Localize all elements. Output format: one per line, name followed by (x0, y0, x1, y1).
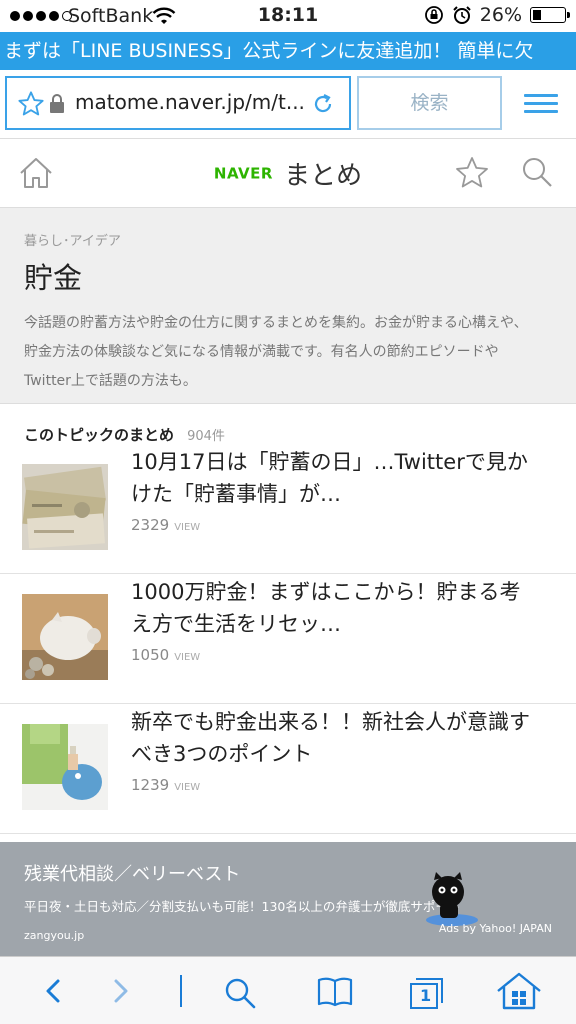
thumbnail-coin-bank[interactable] (22, 724, 108, 810)
tabs-icon[interactable]: 1 (408, 973, 448, 1011)
site-title: まとめ (284, 161, 363, 191)
view-number: 2329 (131, 516, 170, 534)
browser-address-row: matome.naver.jp/m/t... 検索 (0, 70, 576, 138)
title-line: 10月17日は「貯蓄の日」…Twitterで見か (131, 450, 528, 474)
browser-toolbar: 1 (0, 956, 576, 1024)
forward-icon[interactable] (108, 975, 134, 1007)
battery-icon (530, 7, 570, 23)
site-header: NAVER まとめ (0, 138, 576, 208)
item-title[interactable]: 1000万貯金！まずはここから！貯まる考 え方で生活をリセッ… (131, 576, 561, 640)
promo-ticker[interactable]: まずは「LINE BUSINESS」公式ラインに友達追加！ 簡単に欠 (0, 32, 576, 70)
search-button[interactable]: 検索 (357, 76, 502, 130)
orientation-lock-icon (424, 6, 443, 24)
description-line: Twitter上で話題の方法も。 (24, 373, 197, 389)
menu-icon[interactable] (524, 94, 558, 118)
home-button-icon[interactable] (494, 971, 544, 1011)
view-count: 1239 VIEW (131, 776, 200, 794)
search-icon[interactable] (520, 155, 554, 189)
view-suffix: VIEW (174, 522, 201, 533)
list-item[interactable]: 1000万貯金！まずはここから！貯まる考 え方で生活をリセッ… 1050 VIEW (0, 574, 576, 704)
thumbnail-piggy-bank[interactable] (22, 594, 108, 680)
view-suffix: VIEW (174, 652, 201, 663)
view-count: 1050 VIEW (131, 646, 200, 664)
topic-description: 今話題の貯蓄方法や貯金の仕方に関するまとめを集約。お金が貯まる心構えや、 貯金方… (24, 309, 552, 396)
list-item[interactable]: 新卒でも貯金出来る！！新社会人が意識す べき3つのポイント 1239 VIEW (0, 704, 576, 834)
piggy-bank-image (22, 594, 108, 680)
coin-bank-image (22, 724, 108, 810)
toolbar-divider (180, 975, 182, 1007)
description-line: 今話題の貯蓄方法や貯金の仕方に関するまとめを集約。お金が貯まる心構えや、 (24, 315, 528, 331)
ad-provider[interactable]: Ads by Yahoo! JAPAN (439, 922, 552, 935)
url-text: matome.naver.jp/m/t... (75, 90, 305, 114)
mascot-icon (426, 872, 478, 926)
search-icon[interactable] (222, 975, 258, 1011)
alarm-icon (453, 6, 471, 24)
banknotes-image (22, 464, 108, 550)
title-line: 新卒でも貯金出来る！！新社会人が意識す (131, 710, 530, 734)
topic-title: 貯金 (24, 261, 83, 295)
view-number: 1050 (131, 646, 170, 664)
reload-icon[interactable] (311, 92, 335, 116)
view-number: 1239 (131, 776, 170, 794)
topic-section: 暮らし･アイデア 貯金 今話題の貯蓄方法や貯金の仕方に関するまとめを集約。お金が… (0, 208, 576, 404)
title-line: けた「貯蓄事情」が… (131, 482, 341, 506)
item-title[interactable]: 10月17日は「貯蓄の日」…Twitterで見か けた「貯蓄事情」が… (131, 446, 561, 510)
tabs-count: 1 (420, 986, 432, 1005)
title-line: べき3つのポイント (131, 742, 313, 766)
naver-brand: NAVER (213, 164, 273, 183)
item-title[interactable]: 新卒でも貯金出来る！！新社会人が意識す べき3つのポイント (131, 706, 561, 770)
list-item[interactable]: 10月17日は「貯蓄の日」…Twitterで見か けた「貯蓄事情」が… 2329… (0, 444, 576, 574)
favorite-icon[interactable] (454, 155, 490, 191)
back-icon[interactable] (40, 975, 66, 1007)
topic-category[interactable]: 暮らし･アイデア (24, 230, 552, 249)
view-suffix: VIEW (174, 782, 201, 793)
url-field[interactable]: matome.naver.jp/m/t... (5, 76, 351, 130)
lock-icon (50, 94, 64, 113)
bookmarks-icon[interactable] (316, 975, 354, 1009)
title-line: え方で生活をリセッ… (131, 612, 341, 636)
title-line: 1000万貯金！まずはここから！貯まる考 (131, 580, 521, 604)
description-line: 貯金方法の体験談など気になる情報が満載です。有名人の節約エピソードや (24, 344, 499, 360)
list-heading-label: このトピックのまとめ (24, 426, 175, 444)
status-bar: SoftBank 18:11 26% (0, 0, 576, 32)
star-icon[interactable] (17, 90, 45, 118)
view-count: 2329 VIEW (131, 516, 200, 534)
ad-banner[interactable]: 残業代相談／ベリーベスト 平日夜・土日も対応／分割支払いも可能！130名以上の弁… (0, 842, 576, 956)
list-count: 904件 (187, 429, 225, 444)
battery-percent: 26% (479, 4, 522, 26)
thumbnail-banknotes[interactable] (22, 464, 108, 550)
